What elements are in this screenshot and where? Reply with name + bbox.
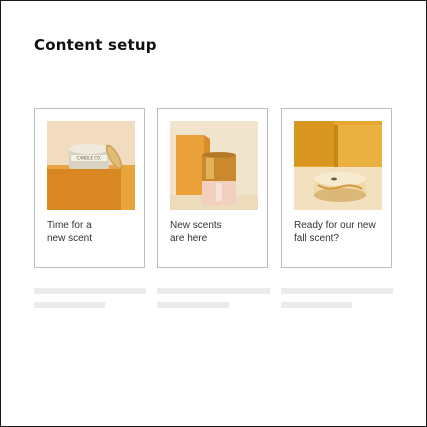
placeholder-bar <box>157 302 229 308</box>
content-card-2[interactable]: New scents are here <box>157 108 268 268</box>
placeholder-bar <box>34 288 146 294</box>
card-caption: New scents are here <box>170 220 222 244</box>
placeholder-bar <box>281 302 352 308</box>
placeholder-bar <box>34 302 105 308</box>
svg-text:CANDLE CO.: CANDLE CO. <box>77 156 102 161</box>
placeholder-bar <box>281 288 393 294</box>
pillar-candle-image <box>170 121 258 210</box>
candle-tin-image: CANDLE CO. <box>47 121 135 210</box>
glass-candle-image <box>294 121 382 210</box>
page-title: Content setup <box>34 36 157 54</box>
placeholder-bar <box>157 288 270 294</box>
content-card-1[interactable]: CANDLE CO. Time for a new scent <box>34 108 145 268</box>
card-caption: Ready for our new fall scent? <box>294 220 376 244</box>
content-card-3[interactable]: Ready for our new fall scent? <box>281 108 392 268</box>
card-caption: Time for a new scent <box>47 220 93 244</box>
